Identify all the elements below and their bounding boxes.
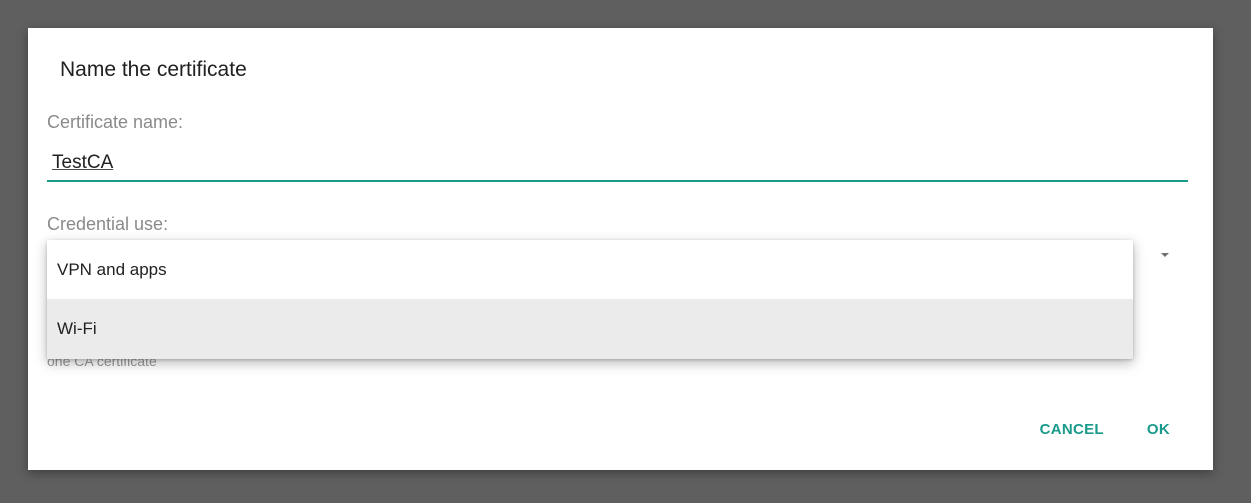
dropdown-option-wifi[interactable]: Wi-Fi	[47, 299, 1133, 359]
certificate-name-dialog: Name the certificate Certificate name: C…	[28, 28, 1213, 470]
certificate-name-label: Certificate name:	[47, 112, 184, 132]
dropdown-option-vpn-and-apps[interactable]: VPN and apps	[47, 240, 1133, 299]
cancel-button[interactable]: CANCEL	[1040, 421, 1104, 438]
dropdown-arrow-icon[interactable]	[1161, 253, 1169, 257]
ok-button[interactable]: OK	[1147, 421, 1170, 438]
certificate-name-input[interactable]	[47, 146, 1188, 182]
dialog-actions: CANCEL OK	[1040, 421, 1170, 438]
credential-use-dropdown: VPN and apps Wi-Fi	[47, 240, 1133, 359]
credential-use-label: Credential use:	[47, 214, 169, 234]
dialog-title: Name the certificate	[60, 58, 247, 81]
